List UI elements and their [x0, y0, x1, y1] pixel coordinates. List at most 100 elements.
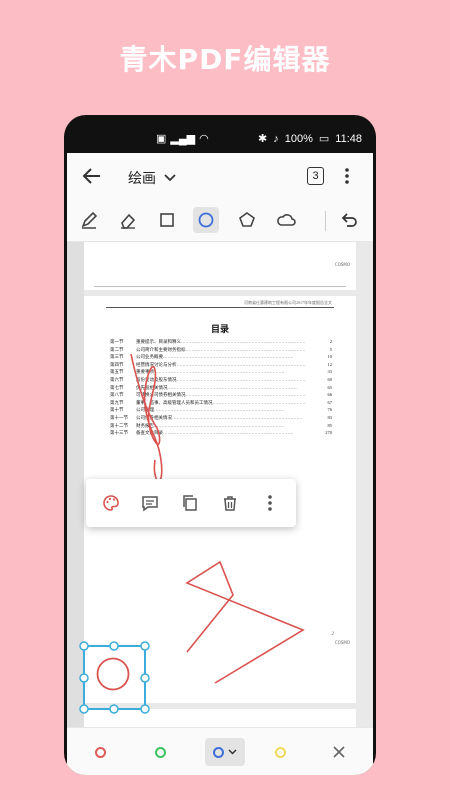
toc-page: 76 [327, 407, 333, 413]
rectangle-icon[interactable] [154, 207, 180, 233]
color-blue-button[interactable] [205, 738, 245, 766]
palette-icon[interactable] [99, 491, 123, 515]
mute-icon: ♪ [273, 132, 279, 145]
phone-frame: ▣ ▂▄▆ ◠ ✱ ♪ 100% ▭ 11:48 绘画 3 COSMO 河南省仕… [64, 115, 376, 775]
copy-icon[interactable] [178, 491, 202, 515]
status-right: ✱ ♪ 100% ▭ 11:48 [258, 132, 362, 146]
app-bar: 绘画 3 [67, 153, 373, 201]
toc-entry-title: 经营情况讨论与分析…………………………………………………………………………… [136, 361, 306, 367]
toc-row[interactable]: 第十三节 备查文件目录…………………………………………………………………………… 2… [110, 430, 332, 437]
page-number: 2 [331, 632, 335, 637]
status-bar: ▣ ▂▄▆ ◠ ✱ ♪ 100% ▭ 11:48 [64, 115, 376, 155]
page-gutter [67, 242, 84, 727]
annotation-context-menu [86, 479, 296, 527]
more-vertical-icon[interactable] [342, 166, 352, 186]
mode-label: 绘画 [128, 171, 156, 187]
mode-dropdown[interactable]: 绘画 [128, 168, 176, 188]
color-swatch [94, 746, 106, 758]
toc-entry-title: 股份变动及股东情况…………………………………………………………………………… [136, 377, 306, 382]
toc-section: 第六节 [110, 377, 124, 382]
toc-entry-title: 重要事项…………………………………………………………………………… [136, 369, 285, 375]
company-logo: COSMO [334, 640, 350, 645]
toc-page: 2 [329, 339, 332, 344]
chevron-down-icon [164, 174, 176, 182]
toc-entry-title: 重要提示、目录和释义…………………………………………………………………………… [136, 339, 306, 344]
app-banner-title: 青木PDF编辑器 [119, 43, 331, 76]
toc-row[interactable]: 第十二节 财务报告…………………………………………………………………………… 85 [110, 423, 332, 430]
toc-row[interactable]: 第四节 经营情况讨论与分析…………………………………………………………………………… [110, 362, 332, 369]
eraser-icon[interactable] [115, 207, 141, 233]
chevron-down-icon [228, 749, 237, 755]
toc-section: 第十节 [110, 407, 124, 413]
page-header-text: 河南省仕惠建筑工程有限公司2017年年度报告全文 [244, 300, 332, 305]
toolbar-divider [325, 211, 326, 231]
status-left: ▣ ▂▄▆ ◠ [156, 132, 209, 145]
sim-icon: ▣ [156, 133, 167, 145]
toc-page: 5 [329, 346, 332, 352]
signal-icon: ▂▄▆ [170, 133, 196, 145]
battery-icon: ▭ [318, 133, 330, 145]
color-red-button[interactable] [86, 738, 114, 766]
toc-page: 66 [327, 392, 333, 398]
comment-icon[interactable] [138, 491, 162, 515]
toc-page: 10 [327, 354, 333, 360]
toc-page: 85 [327, 422, 333, 428]
toc-section: 第一节 [110, 339, 124, 344]
toc-section: 第八节 [110, 392, 124, 398]
toc-entry-title: 公司治理…………………………………………………………………………… [136, 407, 285, 413]
toc-page: 83 [327, 415, 333, 420]
more-vertical-icon[interactable] [258, 491, 282, 515]
color-swatch [213, 746, 224, 758]
color-swatch [274, 746, 286, 758]
toc-section: 第三节 [110, 354, 124, 360]
battery-label: 100% [284, 132, 313, 145]
bluetooth-icon: ✱ [258, 133, 268, 145]
pen-icon[interactable] [76, 207, 102, 233]
toc-section: 第十二节 [110, 422, 128, 428]
color-picker-bar [67, 727, 373, 775]
pdf-page: COSMO [84, 242, 356, 290]
cloud-icon[interactable] [273, 207, 299, 233]
header-rule [106, 307, 334, 308]
undo-icon[interactable] [335, 207, 361, 233]
wifi-icon: ◠ [199, 133, 209, 145]
toc-row[interactable]: 第八节 可转换公司债券相关情况……………………………………………………………………… [110, 392, 332, 399]
clock: 11:48 [335, 132, 362, 145]
toc-page: 33 [327, 369, 333, 375]
toc-section: 第九节 [110, 399, 124, 405]
toc-row[interactable]: 第十节 公司治理…………………………………………………………………………… 76 [110, 407, 332, 414]
toc-entry-title: 公司简介和主要财务指标…………………………………………………………………………… [136, 346, 306, 352]
toc-title: 目录 [210, 324, 229, 334]
toc-row[interactable]: 第一节 重要提示、目录和释义………………………………………………………………………… [110, 339, 332, 346]
toc-row[interactable]: 第五节 重要事项…………………………………………………………………………… 33 [110, 369, 332, 376]
pentagon-icon[interactable] [234, 207, 260, 233]
toc-row[interactable]: 第三节 公司业务概要…………………………………………………………………………… 10 [110, 354, 332, 361]
toc-page: 67 [327, 399, 333, 405]
toc-row[interactable]: 第六节 股份变动及股东情况…………………………………………………………………………… [110, 377, 332, 384]
toc-row[interactable]: 第九节 董事、监事、高级管理人员和员工情况……………………………………………………… [110, 400, 332, 407]
toc-row[interactable]: 第十一节 公司债券相关情况…………………………………………………………………………… [110, 415, 332, 422]
divider [94, 286, 346, 287]
page-count-button[interactable]: 3 [307, 167, 324, 185]
toc-section: 第二节 [110, 346, 124, 352]
toc-section: 第四节 [110, 361, 124, 367]
toc-entry-title: 备查文件目录…………………………………………………………………………… [136, 430, 294, 436]
color-swatch [154, 746, 166, 758]
toc-section: 第七节 [110, 384, 124, 390]
delete-icon[interactable] [218, 491, 242, 515]
toc-section: 第十一节 [110, 415, 128, 420]
circle-icon[interactable] [193, 207, 219, 233]
close-icon[interactable] [325, 738, 353, 766]
back-arrow-icon[interactable] [81, 165, 103, 187]
toc-section: 第十三节 [110, 430, 128, 436]
toc-row[interactable]: 第七节 优先股相关情况…………………………………………………………………………… 6… [110, 385, 332, 392]
color-green-button[interactable] [146, 738, 174, 766]
toc-entry-title: 董事、监事、高级管理人员和员工情况……………………………………………………………… [136, 399, 306, 405]
app-screen: 绘画 3 COSMO 河南省仕惠建筑工程有限公司2017年年度报告全文 目录 第… [67, 153, 373, 775]
toc-entry-title: 公司业务概要…………………………………………………………………………… [136, 354, 294, 360]
drawing-toolbar [67, 201, 373, 242]
color-yellow-button[interactable] [266, 738, 294, 766]
toc-entry-title: 可转换公司债券相关情况…………………………………………………………………………… [136, 392, 306, 398]
toc-row[interactable]: 第二节 公司简介和主要财务指标……………………………………………………………………… [110, 347, 332, 354]
toc-page: 270 [325, 430, 332, 436]
